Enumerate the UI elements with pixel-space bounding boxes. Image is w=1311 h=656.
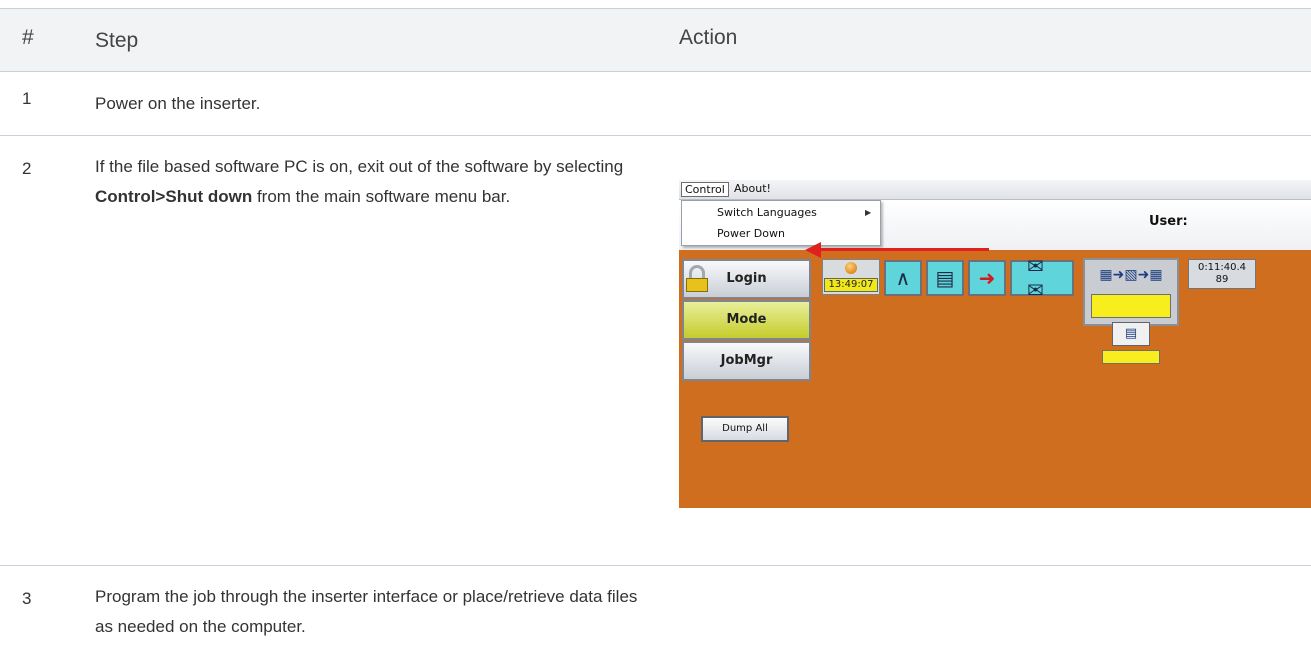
row-step-text: Program the job through the inserter int… [95, 587, 638, 636]
piece-count: 89 [1215, 274, 1229, 285]
feed-arrow-icon: ➜ [978, 266, 996, 290]
mode-label: Mode [726, 312, 767, 327]
clock-display: 13:49:07 [824, 278, 878, 292]
printer-icon: ▤ [935, 266, 955, 290]
status-led-icon [845, 262, 857, 274]
user-label: User: [1149, 214, 1188, 229]
file-transfer-display [1091, 294, 1171, 318]
menu-bar: Control About! [679, 180, 1311, 200]
header-action: Action [679, 26, 738, 49]
step-text-part: from the main software menu bar. [252, 187, 511, 206]
row-number: 1 [22, 89, 32, 108]
document-panel[interactable]: ▤ [1102, 322, 1160, 368]
clock-panel: 13:49:07 [822, 259, 880, 295]
table-row: 1 Power on the inserter. [0, 72, 1311, 136]
login-label: Login [726, 271, 767, 286]
row-step-text: If the file based software PC is on, exi… [95, 152, 655, 212]
row-number: 3 [22, 589, 32, 608]
login-button[interactable]: Login [682, 259, 811, 299]
callout-arrowhead-icon [805, 242, 821, 258]
file-transfer-icon: ▦➜▧➜▦ [1099, 267, 1163, 283]
menu-path-emphasis: Control>Shut down [95, 187, 253, 206]
menu-about[interactable]: About! [731, 182, 774, 197]
control-dropdown-menu: Switch Languages ▶ Power Down [681, 200, 881, 246]
lock-icon [686, 265, 708, 293]
menu-item-power-down[interactable]: Power Down [717, 227, 785, 240]
file-transfer-panel[interactable]: ▦➜▧➜▦ [1083, 258, 1179, 326]
compass-icon-button[interactable]: ∧ [884, 260, 922, 296]
elapsed-time: 0:11:40.4 [1197, 262, 1247, 273]
callout-arrow-icon [819, 248, 989, 251]
document-display [1102, 350, 1160, 364]
timer-panel: 0:11:40.4 89 [1188, 259, 1256, 289]
menu-control[interactable]: Control [681, 182, 729, 197]
envelopes-icon-button[interactable]: ✉✉ [1010, 254, 1074, 302]
table-header: # Step Action [0, 8, 1311, 72]
envelopes-icon: ✉✉ [1027, 254, 1044, 302]
row-number: 2 [22, 159, 32, 178]
printer-icon-button[interactable]: ▤ [926, 260, 964, 296]
header-step: Step [95, 29, 139, 52]
jobmgr-button[interactable]: JobMgr [682, 341, 811, 381]
row-step-text: Power on the inserter. [95, 94, 261, 113]
compass-icon: ∧ [895, 266, 911, 290]
mode-button[interactable]: Mode [682, 300, 811, 340]
table-row: 2 If the file based software PC is on, e… [0, 136, 1311, 566]
submenu-arrow-icon: ▶ [865, 208, 872, 217]
header-number: # [22, 26, 34, 49]
table-row: 3 Program the job through the inserter i… [0, 566, 1311, 656]
document-icon: ▤ [1112, 322, 1150, 346]
step-text-part: If the file based software PC is on, exi… [95, 157, 624, 176]
menu-item-switch-languages[interactable]: Switch Languages [717, 206, 817, 219]
dump-all-button[interactable]: Dump All [701, 416, 789, 442]
software-screenshot: Control About! Switch Languages ▶ Power … [679, 180, 1311, 508]
feed-icon-button[interactable]: ➜ [968, 260, 1006, 296]
jobmgr-label: JobMgr [720, 353, 773, 368]
